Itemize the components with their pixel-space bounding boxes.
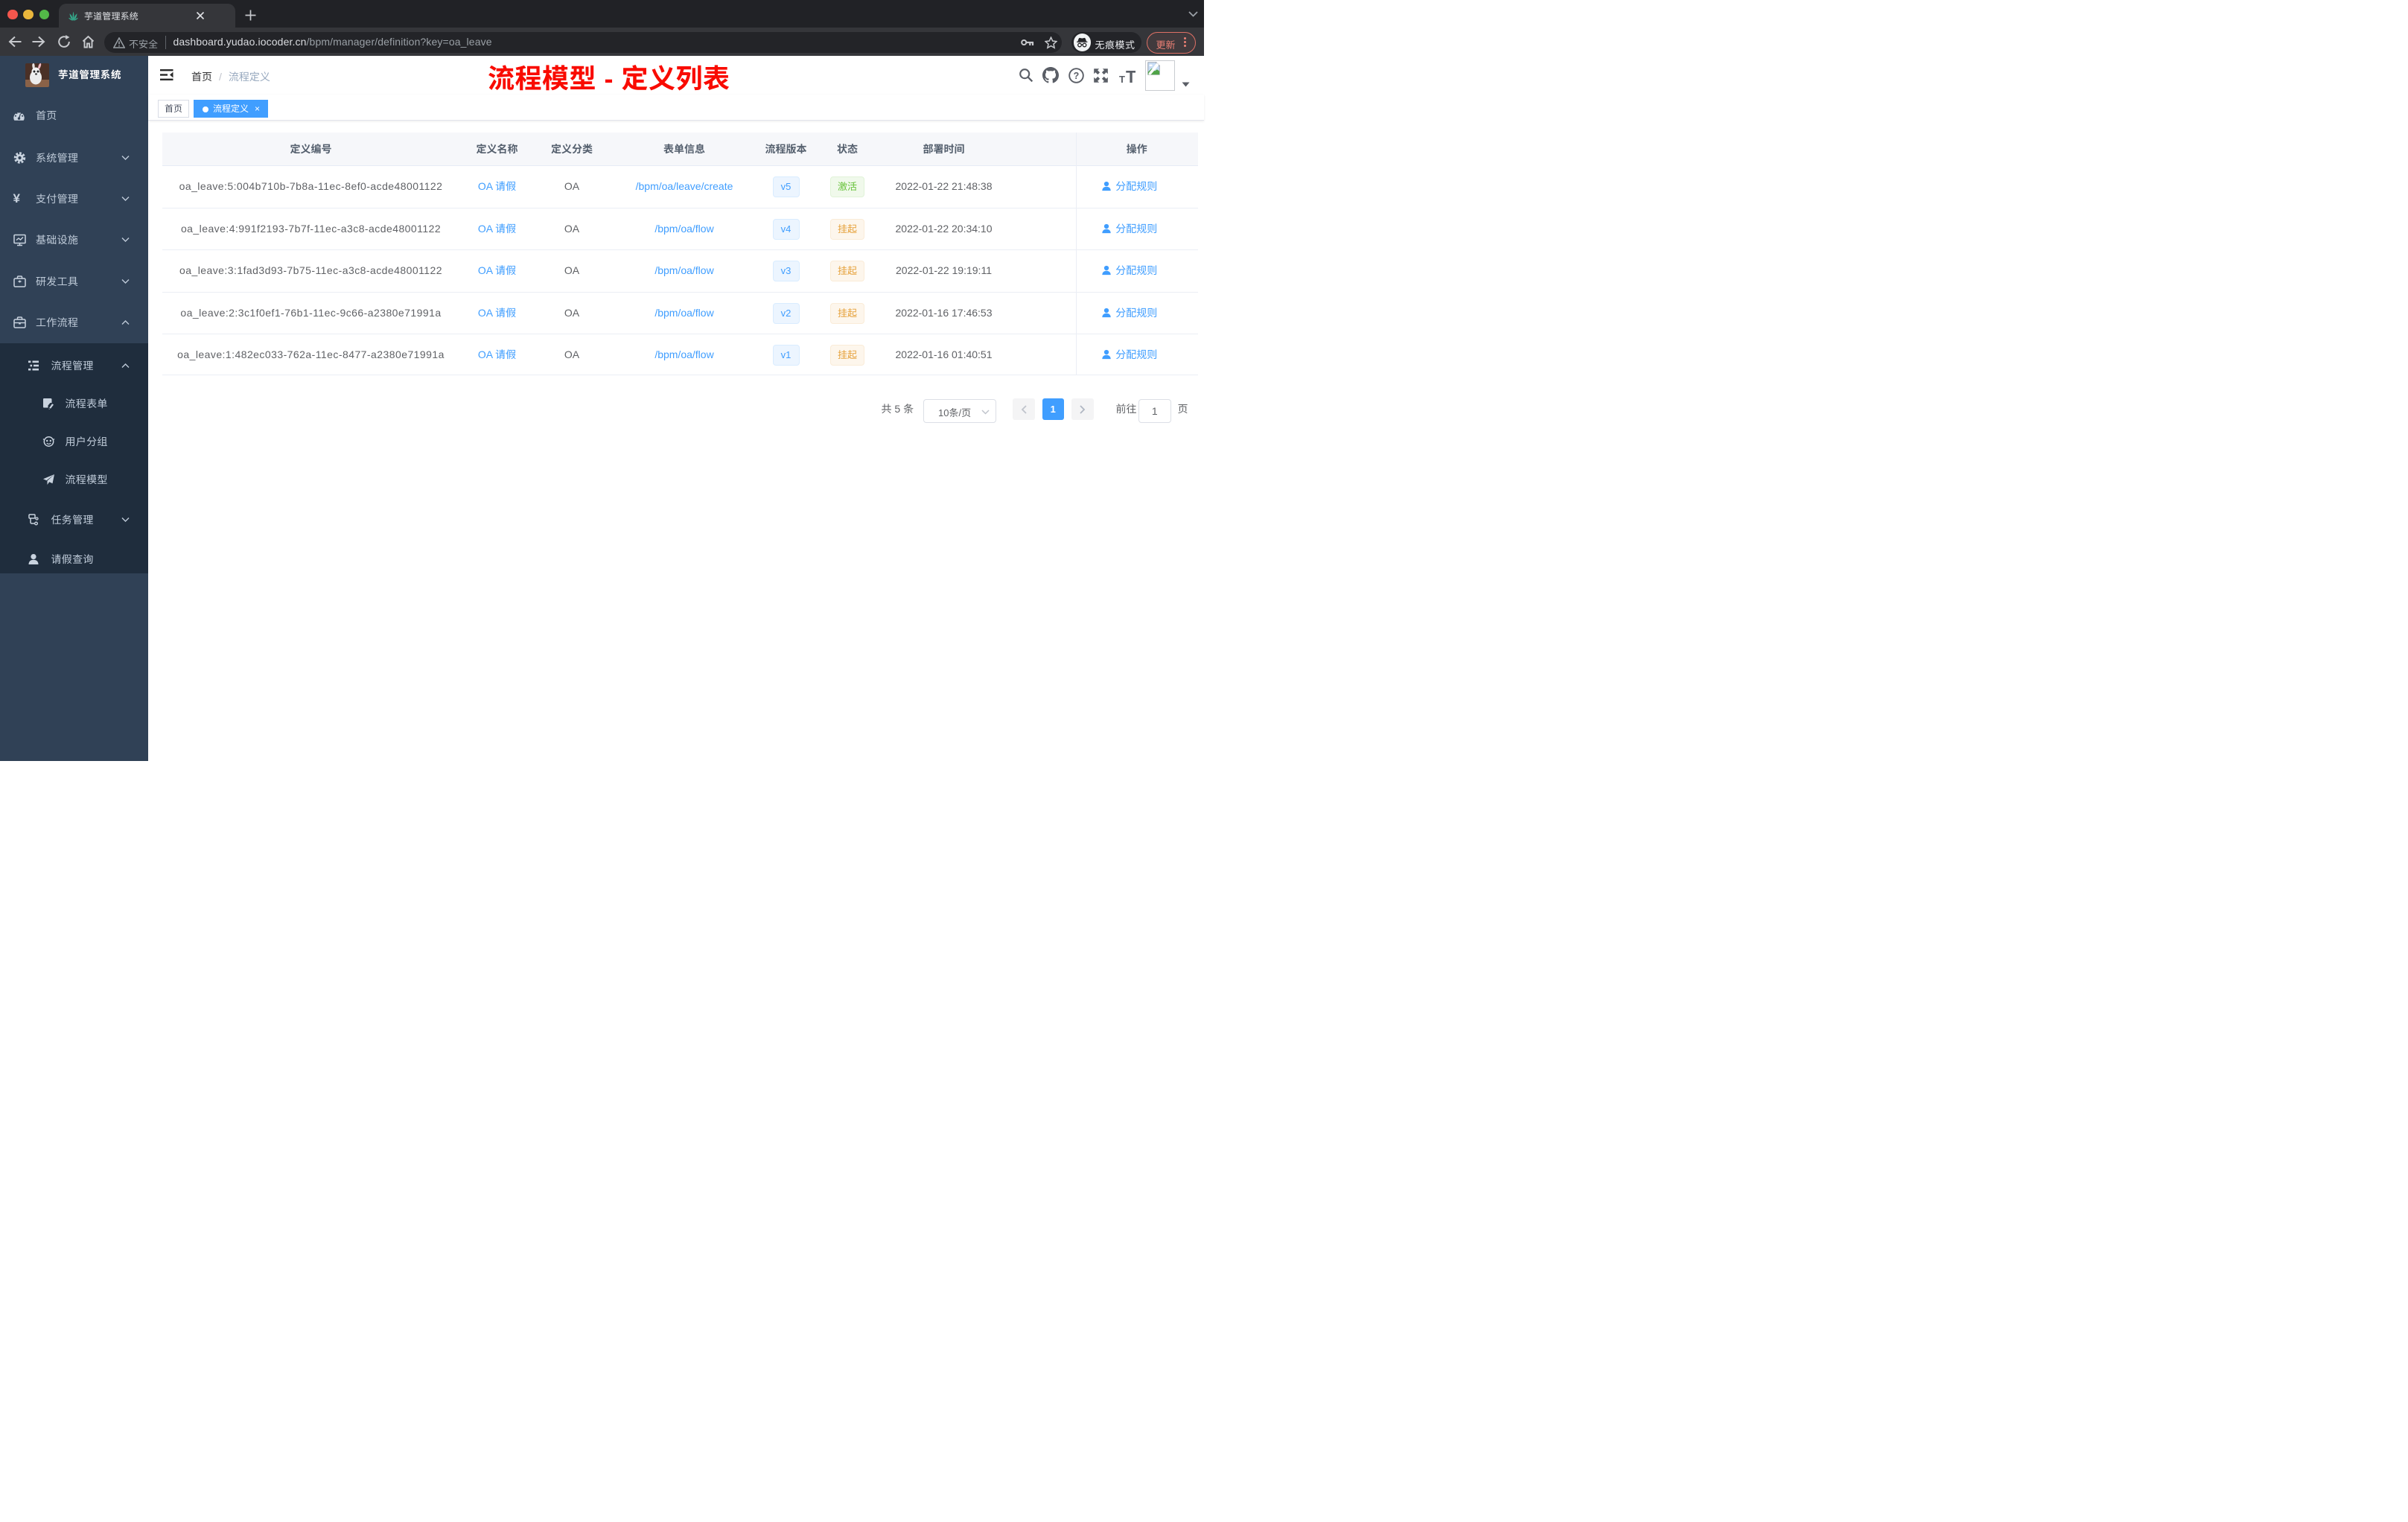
svg-text:T: T	[1126, 68, 1135, 83]
svg-text:T: T	[1119, 74, 1125, 83]
svg-text:?: ?	[1073, 71, 1079, 81]
